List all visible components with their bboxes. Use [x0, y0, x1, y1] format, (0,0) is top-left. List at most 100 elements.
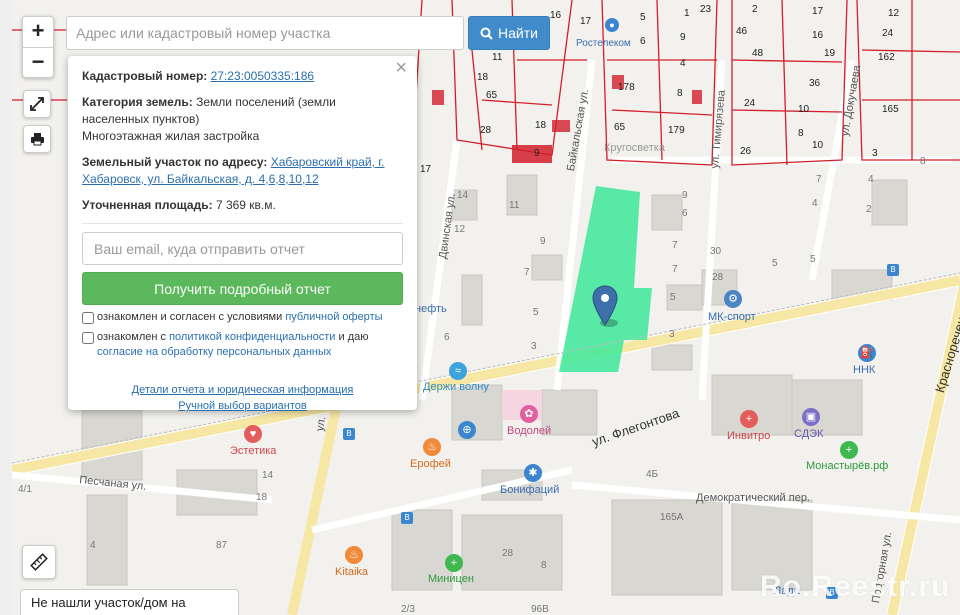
- search-input[interactable]: [66, 16, 464, 50]
- category-label: Категория земель:: [82, 95, 193, 109]
- parcel-number: 24: [882, 28, 894, 39]
- poi-derzhi-volnu[interactable]: Держи волну: [423, 381, 489, 393]
- parcel-number: 9: [682, 190, 688, 201]
- close-icon[interactable]: ×: [395, 58, 407, 78]
- food-icon[interactable]: ♨: [423, 438, 441, 456]
- parcel-number: 17: [812, 6, 824, 17]
- location-marker-icon[interactable]: [592, 285, 618, 329]
- fuel-icon[interactable]: ⛽: [858, 344, 876, 362]
- parcel-number: 18: [256, 492, 268, 503]
- pin-icon[interactable]: ●: [605, 18, 619, 32]
- pet-icon[interactable]: ✱: [524, 464, 542, 482]
- poi-kitaika[interactable]: Kitaika: [335, 566, 368, 578]
- offer-checkbox[interactable]: [82, 312, 94, 324]
- restaurant-icon[interactable]: ♨: [345, 546, 363, 564]
- poi-vodoley[interactable]: Водолей: [507, 425, 551, 437]
- zoom-out-button[interactable]: −: [23, 47, 53, 77]
- parcel-number: 7: [672, 240, 678, 251]
- usage-value: Многоэтажная жилая застройка: [82, 129, 260, 143]
- pharmacy2-icon[interactable]: +: [445, 554, 463, 572]
- parcel-number: 1: [684, 8, 690, 19]
- sport-icon[interactable]: ⚙: [724, 290, 742, 308]
- category-row: Категория земель: Земли поселений (земли…: [82, 94, 403, 145]
- privacy-consent: ознакомлен с политикой конфиденциальност…: [82, 330, 403, 360]
- area-label: Уточненная площадь:: [82, 198, 213, 212]
- parcel-number: 6: [682, 208, 688, 219]
- zoom-control: + −: [22, 16, 54, 78]
- parcel-number: 12: [454, 224, 466, 235]
- cadastral-link[interactable]: 27:23:0050335:186: [211, 69, 314, 83]
- poi-rostelecom[interactable]: Ростелеком: [576, 38, 631, 49]
- address-label: Земельный участок по адресу:: [82, 155, 268, 169]
- personal-data-link[interactable]: согласие на обработку персональных данны…: [97, 346, 331, 358]
- parcel-number: 5: [670, 292, 676, 303]
- parcel-number: 10: [798, 104, 810, 115]
- search-button[interactable]: Найти: [468, 16, 550, 50]
- offer-link[interactable]: публичной оферты: [285, 311, 382, 323]
- parcel-number: 6: [444, 332, 450, 343]
- swim-icon[interactable]: ≈: [449, 362, 467, 380]
- flower-icon[interactable]: ✿: [520, 405, 538, 423]
- address-row: Земельный участок по адресу: Хабаровский…: [82, 154, 403, 188]
- tooth-icon[interactable]: ♥: [244, 425, 262, 443]
- report-details-link[interactable]: Детали отчета и юридическая информация: [132, 384, 354, 396]
- delivery-icon[interactable]: ▣: [802, 408, 820, 426]
- parcel-number: 3: [669, 329, 675, 340]
- parcel-number: 7: [672, 264, 678, 275]
- area-row: Уточненная площадь: 7 369 кв.м.: [82, 197, 403, 214]
- parcel-number: 8: [798, 128, 804, 139]
- poi-monastyrev[interactable]: Монастырёв.рф: [806, 460, 888, 472]
- shop-icon[interactable]: ⊕: [458, 421, 476, 439]
- fullscreen-button[interactable]: [23, 90, 51, 118]
- medical-icon[interactable]: +: [740, 410, 758, 428]
- manual-selection-link[interactable]: Ручной выбор вариантов: [178, 400, 306, 412]
- parcel-number: 19: [824, 48, 836, 59]
- parcel-number: 12: [888, 8, 900, 19]
- poi-invitro[interactable]: Инвитро: [727, 430, 770, 442]
- bus-stop-icon[interactable]: B: [887, 264, 899, 276]
- parcel-number: 26: [740, 146, 752, 157]
- watermark-logo: Ro.Reestr.ru: [760, 570, 951, 603]
- parcel-number: 11: [492, 52, 503, 63]
- bus-stop-icon[interactable]: B: [343, 428, 355, 440]
- poi-erofey[interactable]: Ерофей: [410, 458, 451, 470]
- parcel-number: 96В: [531, 604, 549, 615]
- bus-stop-icon[interactable]: B: [401, 512, 413, 524]
- privacy-checkbox[interactable]: [82, 332, 94, 344]
- pharmacy-icon[interactable]: +: [840, 441, 858, 459]
- divider: [82, 223, 403, 224]
- email-field[interactable]: [82, 232, 403, 265]
- parcel-number: 87: [216, 540, 228, 551]
- poi-mk-sport[interactable]: МК-спорт: [708, 311, 756, 323]
- parcel-number: 7: [816, 174, 822, 185]
- parcel-number: 48: [752, 48, 764, 59]
- ruler-button[interactable]: [22, 545, 56, 579]
- parcel-info-popup: × Кадастровый номер: 27:23:0050335:186 К…: [68, 56, 417, 412]
- parcel-number: 4/1: [18, 484, 32, 495]
- parcel-number: 8: [541, 560, 547, 571]
- poi-nnk[interactable]: ННК: [853, 364, 875, 376]
- poi-neft[interactable]: нефть: [415, 303, 447, 315]
- parcel-number: 65: [486, 90, 498, 101]
- parcel-number: 2: [866, 204, 872, 215]
- poi-bonifatsiy[interactable]: Бонифаций: [500, 484, 559, 496]
- poi-estetika[interactable]: Эстетика: [230, 445, 276, 457]
- parcel-number: 2: [752, 4, 758, 15]
- get-report-button[interactable]: Получить подробный отчет: [82, 272, 403, 305]
- parcel-number: 9: [534, 148, 540, 159]
- parcel-number: 4: [812, 198, 818, 209]
- poi-sdek[interactable]: СДЭК: [794, 428, 823, 440]
- zoom-in-button[interactable]: +: [23, 17, 53, 47]
- parcel-number: 3: [531, 341, 537, 352]
- parcel-number: 24: [744, 98, 756, 109]
- print-button[interactable]: [23, 125, 51, 153]
- parcel-number: 11: [509, 200, 520, 211]
- search-icon: [480, 27, 493, 40]
- not-found-button[interactable]: Не нашли участок/дом на карте?: [20, 589, 239, 615]
- parcel-number: 17: [420, 164, 432, 175]
- poi-krugosvetka[interactable]: Кругосветка: [604, 142, 665, 154]
- parcel-number: 5: [533, 307, 539, 318]
- poi-minitsen[interactable]: Миницен: [428, 573, 474, 585]
- privacy-link[interactable]: политикой конфиденциальности: [169, 331, 335, 343]
- search-button-label: Найти: [498, 25, 538, 41]
